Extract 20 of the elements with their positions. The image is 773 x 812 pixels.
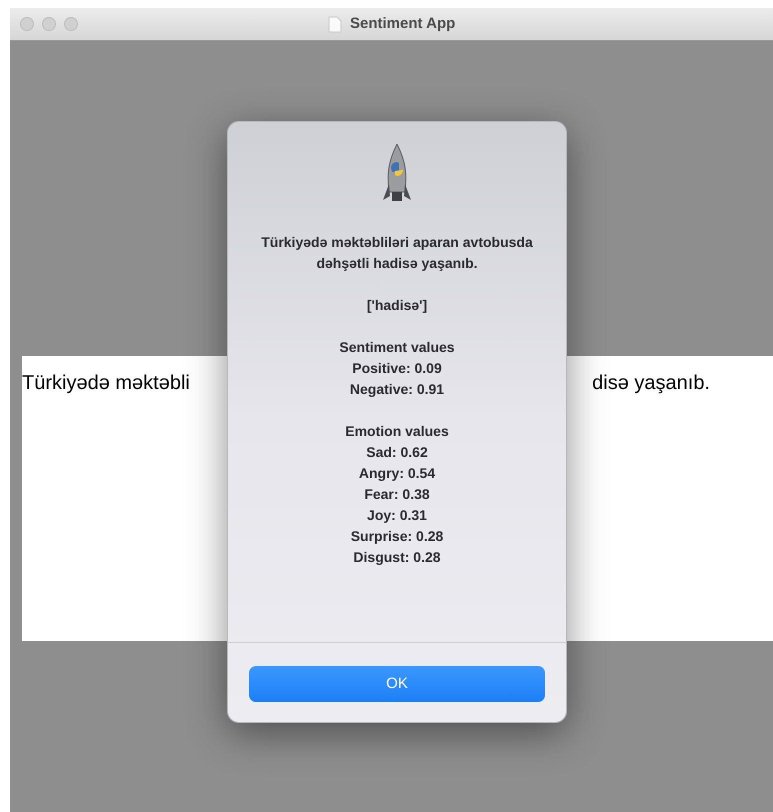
sentence-text: disə yaşanıb.: [592, 371, 710, 396]
ok-button[interactable]: OK: [249, 666, 545, 702]
section-heading: Sentiment values: [339, 338, 455, 357]
keywords-text: ['hadisə']: [366, 296, 428, 315]
value-line: Angry: 0.54: [358, 464, 436, 483]
value-line: Negative: 0.91: [350, 380, 444, 399]
zoom-button[interactable]: [64, 17, 78, 31]
alert-message: Türkiyədə məktəbliləri aparan avtobusda dəhşətli hadisə yaşanıb.: [260, 233, 534, 273]
minimize-button[interactable]: [42, 17, 56, 31]
section-heading: Emotion values: [345, 422, 449, 441]
value-line: Fear: 0.38: [364, 485, 430, 504]
document-icon: [328, 16, 342, 32]
sentence-text: Türkiyədə məktəbli: [22, 371, 190, 396]
value-line: Disgust: 0.28: [353, 548, 441, 567]
close-button[interactable]: [20, 17, 34, 31]
value-line: Joy: 0.31: [367, 506, 427, 525]
value-line: Surprise: 0.28: [350, 527, 444, 546]
value-line: Sad: 0.62: [366, 443, 428, 462]
window-title: Sentiment App: [350, 14, 456, 34]
value-line: Positive: 0.09: [352, 359, 442, 378]
